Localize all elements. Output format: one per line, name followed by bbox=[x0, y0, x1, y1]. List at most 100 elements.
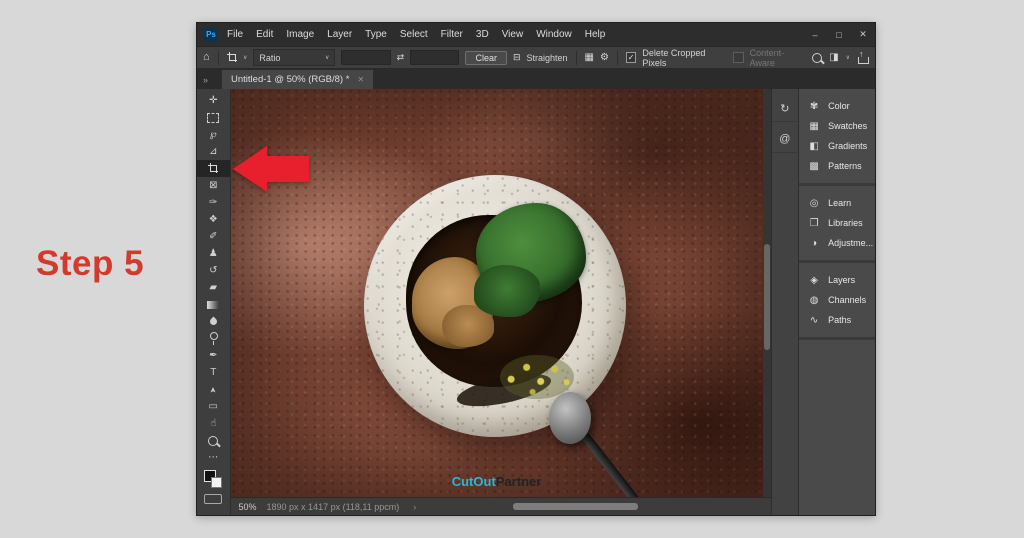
more-tools-button[interactable]: ⋯ bbox=[197, 449, 230, 466]
status-chevron-icon[interactable]: › bbox=[413, 502, 416, 512]
crop-height-field[interactable] bbox=[410, 50, 459, 65]
content-aware-label: Content-Aware bbox=[750, 48, 807, 68]
tutorial-slide: Step 5 Ps File Edit Image Layer Type Sel… bbox=[0, 0, 1024, 538]
arrow-shaft bbox=[267, 156, 309, 182]
panel-label: Channels bbox=[828, 295, 866, 305]
pen-tool[interactable]: ✒ bbox=[197, 347, 230, 364]
clone-stamp-tool[interactable]: ♟ bbox=[197, 245, 230, 262]
panel-learn[interactable]: ◎ Learn bbox=[808, 193, 875, 213]
panel-channels[interactable]: ◍ Channels bbox=[808, 290, 875, 310]
object-selection-tool[interactable]: ⊿ bbox=[197, 143, 230, 160]
background-color-swatch[interactable] bbox=[211, 477, 222, 488]
aspect-ratio-select[interactable]: Ratio ∨ bbox=[253, 49, 335, 66]
menu-edit[interactable]: Edit bbox=[256, 29, 273, 40]
options-right-cluster: ◨ ∨ ↑ bbox=[812, 51, 869, 64]
search-icon[interactable] bbox=[812, 53, 822, 63]
crop-overlay-grid-icon[interactable]: ▦ bbox=[585, 53, 594, 63]
workspace-switcher-icon[interactable]: ◨ bbox=[829, 53, 838, 63]
eyedropper-tool[interactable]: ✑ bbox=[197, 194, 230, 211]
panel-paths[interactable]: ∿ Paths bbox=[808, 310, 875, 330]
history-panel-icon[interactable]: ↻ bbox=[773, 95, 797, 122]
panel-gradients[interactable]: ◧ Gradients bbox=[808, 136, 875, 156]
share-icon[interactable]: ↑ bbox=[857, 51, 869, 64]
zoom-level[interactable]: 50% bbox=[231, 502, 267, 512]
lasso-tool[interactable]: ℘ bbox=[197, 126, 230, 143]
menu-3d[interactable]: 3D bbox=[476, 29, 489, 40]
step-label: Step 5 bbox=[36, 244, 144, 284]
delete-cropped-pixels-checkbox[interactable]: ✓ bbox=[626, 52, 637, 63]
canvas[interactable]: CutOutPartner bbox=[231, 89, 763, 497]
eraser-tool[interactable]: ▰ bbox=[197, 279, 230, 296]
share-arrow-glyph: ↑ bbox=[859, 49, 864, 59]
tab-overflow-icon[interactable]: » bbox=[203, 75, 208, 85]
home-icon[interactable]: ⌂ bbox=[203, 52, 210, 63]
eyedropper-icon: ✑ bbox=[209, 198, 217, 208]
menu-window[interactable]: Window bbox=[536, 29, 572, 40]
document-tab[interactable]: Untitled-1 @ 50% (RGB/8) * ✕ bbox=[222, 70, 373, 89]
quick-mask-button[interactable] bbox=[204, 494, 222, 504]
panel-label: Swatches bbox=[828, 121, 867, 131]
rectangle-icon: ▭ bbox=[209, 402, 218, 412]
panel-label: Gradients bbox=[828, 141, 867, 151]
panel-label: Layers bbox=[828, 275, 855, 285]
frame-tool[interactable]: ⊠ bbox=[197, 177, 230, 194]
close-button[interactable]: ✕ bbox=[851, 29, 875, 40]
panel-color[interactable]: ✾ Color bbox=[808, 96, 875, 116]
menu-layer[interactable]: Layer bbox=[327, 29, 352, 40]
straighten-label[interactable]: Straighten bbox=[527, 53, 568, 63]
rectangular-marquee-tool[interactable] bbox=[197, 109, 230, 126]
clear-button[interactable]: Clear bbox=[465, 51, 507, 65]
menu-view[interactable]: View bbox=[502, 29, 524, 40]
panel-libraries[interactable]: ❐ Libraries bbox=[808, 213, 875, 233]
menu-file[interactable]: File bbox=[227, 29, 243, 40]
chevron-down-icon[interactable]: ∨ bbox=[846, 54, 850, 61]
menu-select[interactable]: Select bbox=[400, 29, 428, 40]
delete-cropped-pixels-label[interactable]: Delete Cropped Pixels bbox=[642, 48, 727, 68]
menu-help[interactable]: Help bbox=[585, 29, 606, 40]
channels-panel-icon: ◍ bbox=[808, 295, 820, 306]
collapsed-panels-column: ↻ @ bbox=[771, 89, 799, 515]
spot-healing-brush-tool[interactable]: ❖ bbox=[197, 211, 230, 228]
crop-tool-preset-icon[interactable] bbox=[227, 52, 237, 63]
panel-group-learn: ◎ Learn ❐ Libraries ◑ Adjustme... bbox=[799, 186, 875, 263]
move-tool[interactable]: ✛ bbox=[197, 92, 230, 109]
panel-label: Adjustme... bbox=[828, 238, 873, 248]
arrow-head bbox=[233, 146, 267, 192]
gear-icon[interactable]: ⚙ bbox=[600, 53, 609, 63]
tab-close-icon[interactable]: ✕ bbox=[357, 75, 364, 84]
chevron-down-icon[interactable]: ∨ bbox=[243, 54, 247, 61]
type-tool[interactable]: T bbox=[197, 364, 230, 381]
menu-filter[interactable]: Filter bbox=[441, 29, 463, 40]
comments-panel-icon[interactable]: @ bbox=[773, 126, 797, 153]
document-tab-title: Untitled-1 @ 50% (RGB/8) * bbox=[231, 74, 349, 85]
panel-patterns[interactable]: ▩ Patterns bbox=[808, 156, 875, 176]
history-brush-tool[interactable]: ↺ bbox=[197, 262, 230, 279]
crop-tool[interactable] bbox=[197, 160, 230, 177]
panel-adjustments[interactable]: ◑ Adjustme... bbox=[808, 233, 875, 253]
watermark-primary: CutOut bbox=[452, 474, 496, 489]
minimize-button[interactable]: – bbox=[803, 30, 827, 40]
content-aware-checkbox[interactable] bbox=[733, 52, 744, 63]
path-selection-tool[interactable]: ➤ bbox=[197, 381, 230, 398]
rectangle-tool[interactable]: ▭ bbox=[197, 398, 230, 415]
hand-tool[interactable]: ☝ bbox=[197, 415, 230, 432]
path-selection-icon: ➤ bbox=[209, 386, 217, 393]
panel-layers[interactable]: ◈ Layers bbox=[808, 270, 875, 290]
gradient-tool[interactable] bbox=[197, 296, 230, 313]
vertical-scrollbar-thumb[interactable] bbox=[764, 244, 770, 350]
panel-swatches[interactable]: ▦ Swatches bbox=[808, 116, 875, 136]
horizontal-scrollbar-thumb[interactable] bbox=[513, 503, 638, 510]
dodge-tool[interactable] bbox=[197, 330, 230, 347]
maximize-button[interactable]: □ bbox=[827, 30, 851, 40]
zoom-tool[interactable] bbox=[197, 432, 230, 449]
ratio-label: Ratio bbox=[259, 53, 280, 63]
blur-tool[interactable] bbox=[197, 313, 230, 330]
crop-width-field[interactable] bbox=[341, 50, 390, 65]
swap-dimensions-icon[interactable]: ⇄ bbox=[397, 53, 405, 62]
straighten-icon[interactable]: ⊟ bbox=[513, 53, 521, 62]
color-swatches-control[interactable] bbox=[204, 470, 222, 488]
vertical-scrollbar[interactable] bbox=[763, 89, 771, 497]
brush-tool[interactable]: ✐ bbox=[197, 228, 230, 245]
menu-image[interactable]: Image bbox=[286, 29, 314, 40]
menu-type[interactable]: Type bbox=[365, 29, 387, 40]
